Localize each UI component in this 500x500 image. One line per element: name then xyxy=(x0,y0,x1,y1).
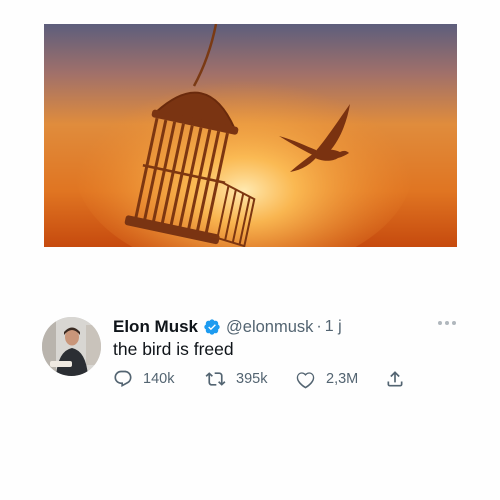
author-handle[interactable]: @elonmusk xyxy=(226,318,313,337)
tweet-text: the bird is freed xyxy=(113,339,234,359)
more-dots-icon[interactable] xyxy=(432,313,462,333)
like-button[interactable]: 2,3M xyxy=(295,369,385,389)
heart-icon xyxy=(295,369,316,389)
avatar-photo xyxy=(42,317,101,376)
retweet-count: 395k xyxy=(236,371,268,387)
reply-button[interactable]: 140k xyxy=(113,369,205,389)
share-button[interactable] xyxy=(385,369,405,389)
birdcage-illustration xyxy=(44,24,457,247)
tweet[interactable]: Elon Musk @elonmusk · 1 j the bird is fr… xyxy=(42,311,462,411)
tweet-actions: 140k 395k 2,3M xyxy=(113,369,405,389)
like-count: 2,3M xyxy=(326,371,359,387)
share-icon xyxy=(385,369,405,389)
tweet-media-image[interactable] xyxy=(44,24,457,247)
retweet-icon xyxy=(205,369,226,389)
retweet-button[interactable]: 395k xyxy=(205,369,295,389)
avatar[interactable] xyxy=(42,317,101,376)
separator-dot: · xyxy=(316,318,322,335)
tweet-header: Elon Musk @elonmusk · 1 j xyxy=(113,316,342,338)
timestamp[interactable]: 1 j xyxy=(325,318,342,336)
reply-icon xyxy=(113,369,133,389)
author-name[interactable]: Elon Musk xyxy=(113,317,198,337)
reply-count: 140k xyxy=(143,371,175,387)
verified-badge-icon xyxy=(203,318,221,336)
